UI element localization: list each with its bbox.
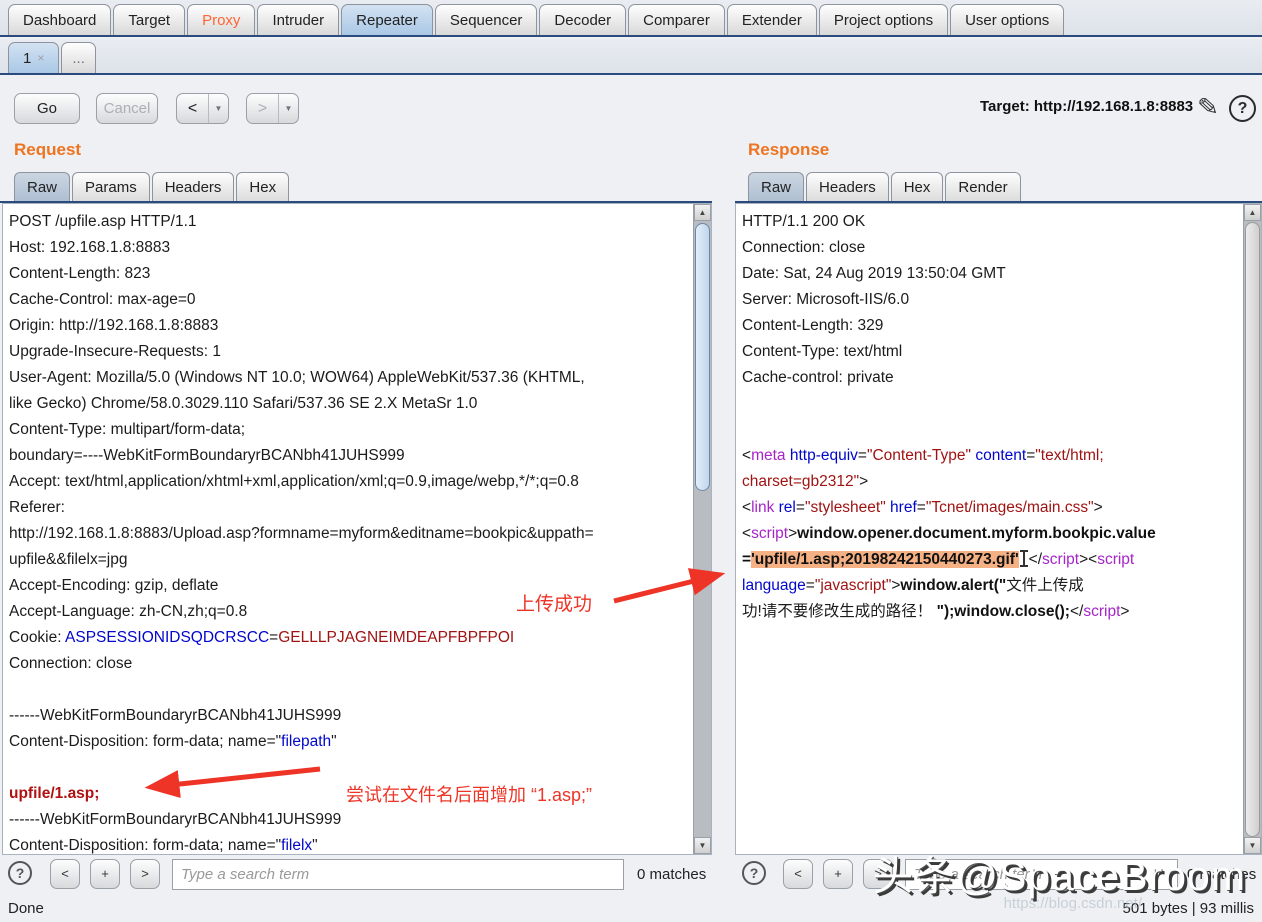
scroll-down-icon[interactable]: ▼ [694, 837, 711, 854]
tab-label: User options [965, 12, 1049, 29]
response-tab-raw[interactable]: Raw [748, 172, 804, 201]
tab-label: Decoder [554, 12, 611, 29]
cancel-button[interactable]: Cancel [96, 93, 158, 124]
main-tab-bar: Dashboard Target Proxy Intruder Repeater… [0, 0, 1262, 37]
edit-target-pencil-icon[interactable]: ✎ [1197, 93, 1219, 122]
tab-target[interactable]: Target [113, 4, 185, 35]
request-raw-text[interactable]: POST /upfile.asp HTTP/1.1Host: 192.168.1… [9, 209, 691, 859]
search-add-button[interactable]: + [823, 859, 853, 889]
request-search-input[interactable] [172, 859, 624, 890]
tab-label: Project options [834, 12, 933, 29]
tab-label: Proxy [202, 12, 240, 29]
scroll-up-icon[interactable]: ▲ [1244, 204, 1261, 221]
tab-project-options[interactable]: Project options [819, 4, 948, 35]
annotation-upload-success: 上传成功 [516, 589, 592, 616]
close-icon[interactable]: × [37, 51, 44, 65]
request-editor[interactable]: POST /upfile.asp HTTP/1.1Host: 192.168.1… [2, 203, 712, 855]
tab-label: Raw [27, 179, 57, 196]
annotation-append-tip: 尝试在文件名后面增加 “1.asp;” [346, 781, 592, 807]
forward-arrow: > [247, 94, 278, 123]
tab-intruder[interactable]: Intruder [257, 4, 339, 35]
response-editor-tabs: Raw Headers Hex Render [748, 170, 1021, 201]
response-raw-text[interactable]: HTTP/1.1 200 OKConnection: closeDate: Sa… [742, 209, 1241, 625]
request-search-matches: 0 matches [637, 866, 706, 883]
request-title: Request [14, 140, 81, 160]
tab-comparer[interactable]: Comparer [628, 4, 725, 35]
request-scrollbar[interactable]: ▲ ▼ [693, 204, 711, 854]
tab-label: Hex [249, 179, 276, 196]
request-tab-hex[interactable]: Hex [236, 172, 289, 201]
request-editor-tabs: Raw Params Headers Hex [14, 170, 289, 201]
tab-label: Extender [742, 12, 802, 29]
response-title: Response [748, 140, 829, 160]
tab-repeater[interactable]: Repeater [341, 4, 433, 35]
watermark-text: 头条@SpaceBroom [872, 842, 1246, 902]
request-search-row: ? < + > 0 matches [0, 857, 712, 895]
help-icon[interactable]: ? [742, 861, 766, 885]
back-arrow: < [177, 94, 208, 123]
request-tab-params[interactable]: Params [72, 172, 150, 201]
tab-label: Comparer [643, 12, 710, 29]
search-prev-button[interactable]: < [50, 859, 80, 889]
tab-label: Hex [904, 179, 931, 196]
scroll-up-icon[interactable]: ▲ [694, 204, 711, 221]
tab-dashboard[interactable]: Dashboard [8, 4, 111, 35]
tab-extender[interactable]: Extender [727, 4, 817, 35]
response-tab-hex[interactable]: Hex [891, 172, 944, 201]
tab-proxy[interactable]: Proxy [187, 4, 255, 35]
tab-label: Target [128, 12, 170, 29]
tab-label: Headers [819, 179, 876, 196]
request-scrollbar-thumb[interactable] [695, 223, 710, 491]
help-icon[interactable]: ? [1229, 95, 1256, 122]
tab-label: Dashboard [23, 12, 96, 29]
tab-label: Headers [165, 179, 222, 196]
text-cursor-ibeam-icon [1019, 550, 1029, 567]
tab-label: Params [85, 179, 137, 196]
tab-label: 1 [23, 50, 31, 67]
response-tab-headers[interactable]: Headers [806, 172, 889, 201]
chevron-down-icon[interactable]: ▼ [278, 94, 298, 123]
search-next-button[interactable]: > [130, 859, 160, 889]
help-icon[interactable]: ? [8, 861, 32, 885]
request-tab-raw[interactable]: Raw [14, 172, 70, 201]
repeater-tab-1[interactable]: 1 × [8, 42, 59, 73]
forward-button[interactable]: > ▼ [246, 93, 299, 124]
repeater-tab-bar: 1 × ... [0, 39, 1262, 75]
search-add-button[interactable]: + [90, 859, 120, 889]
request-tab-headers[interactable]: Headers [152, 172, 235, 201]
status-bytes-millis: 501 bytes | 93 millis [1123, 900, 1254, 917]
tab-label: Repeater [356, 12, 418, 29]
response-editor[interactable]: HTTP/1.1 200 OKConnection: closeDate: Sa… [735, 203, 1262, 855]
tab-label: Intruder [272, 12, 324, 29]
tab-user-options[interactable]: User options [950, 4, 1064, 35]
back-button[interactable]: < ▼ [176, 93, 229, 124]
response-scrollbar[interactable]: ▲ ▼ [1243, 204, 1261, 854]
status-done: Done [8, 900, 44, 917]
more-tabs-icon: ... [72, 50, 85, 67]
tab-label: Raw [761, 179, 791, 196]
response-scrollbar-thumb[interactable] [1245, 222, 1260, 837]
search-prev-button[interactable]: < [783, 859, 813, 889]
tab-label: Render [958, 179, 1007, 196]
go-button[interactable]: Go [14, 93, 80, 124]
tab-decoder[interactable]: Decoder [539, 4, 626, 35]
tab-label: Sequencer [450, 12, 523, 29]
chevron-down-icon[interactable]: ▼ [208, 94, 228, 123]
response-tab-render[interactable]: Render [945, 172, 1020, 201]
scroll-down-icon[interactable]: ▼ [1244, 837, 1261, 854]
repeater-tab-more[interactable]: ... [61, 42, 96, 73]
target-url-label: Target: http://192.168.1.8:8883 [980, 98, 1193, 115]
tab-sequencer[interactable]: Sequencer [435, 4, 538, 35]
